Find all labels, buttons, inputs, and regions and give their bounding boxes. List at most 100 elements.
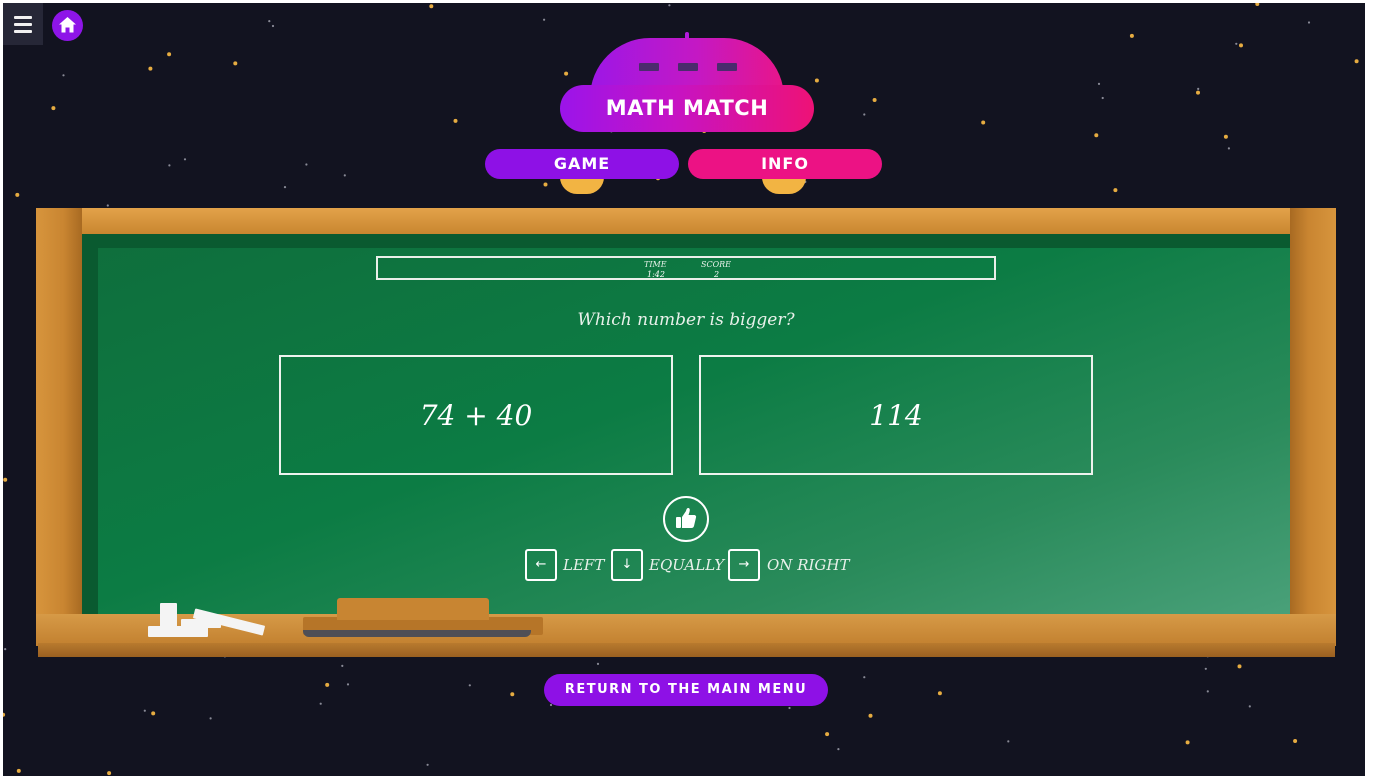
star <box>543 18 546 21</box>
chalkboard-frame-right <box>1290 208 1336 640</box>
answer-left-card[interactable]: 74 + 40 <box>279 355 673 475</box>
star <box>1204 667 1207 670</box>
star <box>209 717 212 720</box>
score-label: SCORE <box>701 260 732 269</box>
star <box>1239 43 1243 48</box>
star <box>837 748 840 751</box>
answer-right-card[interactable]: 114 <box>699 355 1093 475</box>
star <box>233 61 238 66</box>
star <box>872 98 877 102</box>
star <box>1255 3 1260 6</box>
right-expression: 114 <box>869 398 923 432</box>
down-arrow-key[interactable]: ↓ <box>611 549 643 581</box>
home-icon <box>59 17 76 33</box>
time-value: 1:42 <box>647 270 665 279</box>
time-label: TIME <box>644 260 667 269</box>
chalkboard-frame-top <box>36 208 1336 234</box>
star <box>1101 96 1104 100</box>
star <box>426 763 429 766</box>
equally-key-label: EQUALLY <box>649 556 725 574</box>
star <box>868 713 873 718</box>
game-title: MATH MATCH <box>560 85 814 132</box>
ufo-window <box>717 63 737 71</box>
star <box>343 174 346 177</box>
thumbs-up-button[interactable] <box>663 496 709 542</box>
star <box>863 676 866 679</box>
left-expression: 74 + 40 <box>419 398 533 432</box>
ufo-window <box>678 63 698 71</box>
star <box>3 477 8 482</box>
eraser-felt <box>303 630 531 637</box>
star <box>183 158 187 161</box>
star <box>1235 42 1238 45</box>
star <box>468 684 471 687</box>
star <box>1094 133 1099 138</box>
home-button[interactable] <box>52 10 83 41</box>
star <box>107 771 112 776</box>
star <box>268 20 271 23</box>
star <box>1129 33 1134 38</box>
star <box>1097 82 1101 85</box>
star <box>15 192 20 197</box>
star <box>1007 740 1010 743</box>
chalkboard-ledge-edge <box>38 643 1335 657</box>
star <box>151 711 156 716</box>
left-key-label: LEFT <box>563 556 605 574</box>
star <box>543 182 548 187</box>
star <box>168 164 171 167</box>
chalkboard-frame-left <box>36 208 82 640</box>
star <box>167 52 172 57</box>
return-main-menu-button[interactable]: RETURN TO THE MAIN MENU <box>544 674 828 706</box>
star <box>1248 705 1251 708</box>
star <box>429 4 434 9</box>
star <box>1206 690 1209 693</box>
tab-info[interactable]: INFO <box>688 149 882 179</box>
star <box>106 204 109 207</box>
star <box>564 71 569 76</box>
star <box>346 683 350 686</box>
star <box>1227 147 1230 150</box>
question-text: Which number is bigger? <box>577 310 795 330</box>
star <box>1354 59 1359 64</box>
star <box>1196 90 1200 95</box>
status-bar: TIME 1:42 SCORE 2 <box>376 256 996 280</box>
right-key-label: ON RIGHT <box>767 556 850 574</box>
star <box>788 706 791 710</box>
game-screen: MATH MATCH GAME INFO TIME 1:42 SCORE 2 W… <box>3 3 1365 776</box>
star <box>16 768 21 773</box>
star <box>143 709 146 712</box>
left-arrow-key[interactable]: ← <box>525 549 557 581</box>
star <box>283 186 287 189</box>
star <box>825 732 830 737</box>
star <box>981 120 986 125</box>
chalk-piece <box>181 619 221 628</box>
menu-line <box>14 23 32 26</box>
star <box>1293 739 1298 743</box>
thumbs-up-icon <box>676 508 697 528</box>
star <box>305 163 308 166</box>
star <box>596 662 600 666</box>
ufo-window <box>639 63 659 71</box>
star <box>1237 664 1242 669</box>
star <box>453 118 458 123</box>
menu-line <box>14 30 32 33</box>
star <box>325 682 330 687</box>
star <box>1185 740 1190 745</box>
hamburger-menu-button[interactable] <box>3 3 43 45</box>
star <box>1197 87 1200 90</box>
star <box>271 24 275 28</box>
star <box>510 692 515 697</box>
star <box>814 78 819 83</box>
right-arrow-key[interactable]: → <box>728 549 760 581</box>
star <box>863 113 866 116</box>
star <box>62 74 65 77</box>
star <box>668 4 671 7</box>
tab-game[interactable]: GAME <box>485 149 679 179</box>
star <box>4 648 7 651</box>
eraser-handle <box>337 598 489 620</box>
star <box>148 66 153 71</box>
star <box>1113 188 1118 193</box>
star <box>319 702 322 705</box>
menu-line <box>14 16 32 19</box>
star <box>341 664 344 668</box>
